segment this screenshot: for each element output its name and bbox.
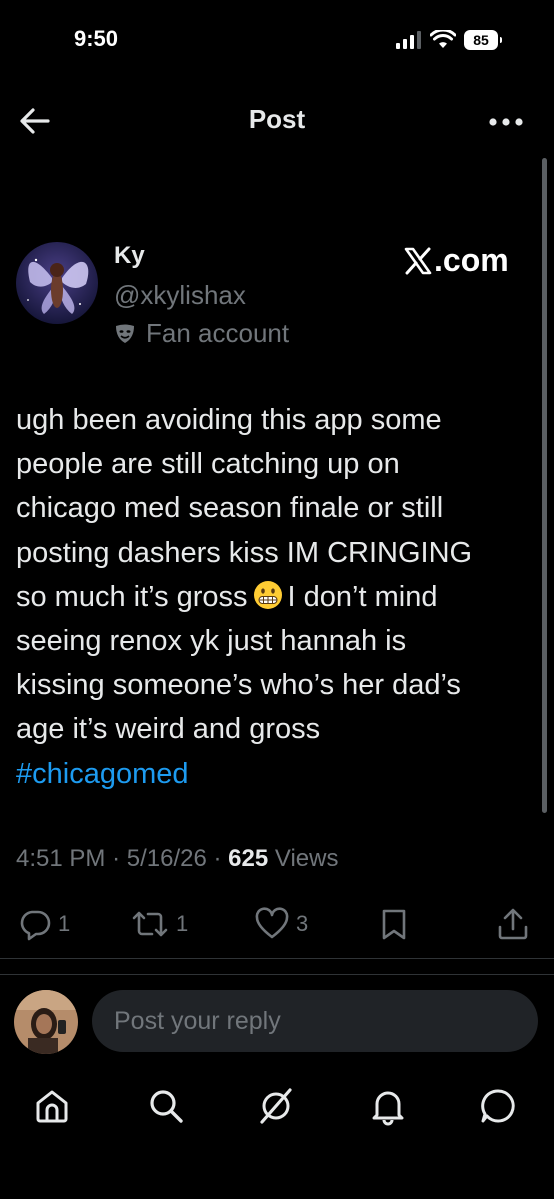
nav-home[interactable] bbox=[30, 1084, 74, 1128]
home-icon bbox=[36, 1090, 68, 1123]
post-date[interactable]: 5/16/26 bbox=[127, 845, 207, 872]
search-icon bbox=[150, 1090, 183, 1123]
reply-icon bbox=[20, 910, 51, 941]
divider bbox=[0, 958, 554, 959]
repost-icon bbox=[132, 911, 168, 937]
reply-input[interactable] bbox=[92, 990, 538, 1052]
repost-count: 1 bbox=[176, 911, 189, 936]
watermark-text: .com bbox=[434, 242, 509, 278]
meta-separator: · bbox=[112, 845, 121, 872]
signal-icon bbox=[396, 31, 421, 49]
post-meta: 4:51 PM · 5/16/26 · 625 Views bbox=[16, 845, 338, 873]
nav-search[interactable] bbox=[144, 1084, 188, 1128]
wifi-icon bbox=[430, 30, 456, 48]
more-options-button[interactable] bbox=[486, 108, 526, 136]
battery-indicator: 85 bbox=[464, 30, 502, 50]
nav-notifications[interactable] bbox=[366, 1084, 410, 1128]
post-text-line: people are still catching up on bbox=[16, 448, 400, 481]
author-label: Fan account bbox=[114, 318, 289, 349]
views-count: 625 bbox=[228, 845, 269, 872]
post-text-line: ugh been avoiding this app some bbox=[16, 404, 442, 436]
divider bbox=[0, 974, 554, 975]
reply-count: 1 bbox=[58, 911, 71, 936]
post-text-line: age it’s weird and gross bbox=[16, 713, 321, 746]
like-button[interactable]: 3 bbox=[254, 904, 308, 944]
post-text-line: posting dashers kiss IM CRINGING bbox=[16, 536, 473, 569]
nav-messages[interactable] bbox=[476, 1084, 520, 1128]
user-avatar[interactable] bbox=[14, 990, 78, 1054]
grok-icon bbox=[260, 1088, 292, 1124]
post-text-segment: I don’t mind bbox=[287, 580, 438, 613]
arrow-left-icon bbox=[20, 108, 50, 134]
post-text-line: kissing someone’s who’s her dad’s bbox=[16, 669, 461, 702]
x-logo-icon bbox=[404, 247, 432, 274]
bookmark-icon bbox=[382, 909, 406, 940]
page-title: Post bbox=[248, 104, 306, 134]
heart-icon bbox=[255, 907, 289, 939]
theater-mask-icon bbox=[116, 324, 134, 343]
grimacing-face-icon bbox=[253, 580, 282, 609]
post-time[interactable]: 4:51 PM bbox=[16, 845, 105, 872]
hashtag-link[interactable]: #chicagomed bbox=[16, 752, 536, 796]
messages-icon bbox=[481, 1089, 515, 1123]
author-avatar[interactable] bbox=[16, 242, 98, 324]
post-text-line: seeing renox yk just hannah is bbox=[16, 625, 407, 658]
status-time: 9:50 bbox=[74, 26, 119, 51]
author-handle[interactable]: @xkylishax bbox=[114, 280, 246, 311]
bookmark-button[interactable] bbox=[378, 904, 410, 944]
repost-button[interactable]: 1 bbox=[130, 904, 188, 944]
post-text-segment: so much it’s gross bbox=[16, 580, 248, 613]
author-name[interactable]: Ky bbox=[114, 242, 145, 270]
author-label-text: Fan account bbox=[146, 318, 290, 348]
notifications-icon bbox=[372, 1091, 404, 1126]
nav-grok[interactable] bbox=[254, 1084, 298, 1128]
like-count: 3 bbox=[296, 911, 309, 936]
post-text-line-with-emoji: so much it’s gross I don’t mind bbox=[16, 575, 536, 619]
share-icon bbox=[498, 908, 528, 940]
scrollbar[interactable] bbox=[542, 158, 547, 813]
battery-level: 85 bbox=[473, 32, 489, 48]
post-text-line: chicago med season finale or still bbox=[16, 492, 444, 525]
status-icons: 85 bbox=[396, 28, 502, 52]
more-horizontal-icon bbox=[489, 118, 523, 126]
x-com-watermark: .com bbox=[404, 242, 509, 279]
back-button[interactable] bbox=[18, 104, 52, 138]
post-text: ugh been avoiding this app some people a… bbox=[16, 398, 536, 796]
meta-separator: · bbox=[213, 845, 222, 872]
share-button[interactable] bbox=[496, 904, 530, 944]
reply-button[interactable]: 1 bbox=[18, 904, 70, 944]
views-label: Views bbox=[274, 845, 339, 872]
